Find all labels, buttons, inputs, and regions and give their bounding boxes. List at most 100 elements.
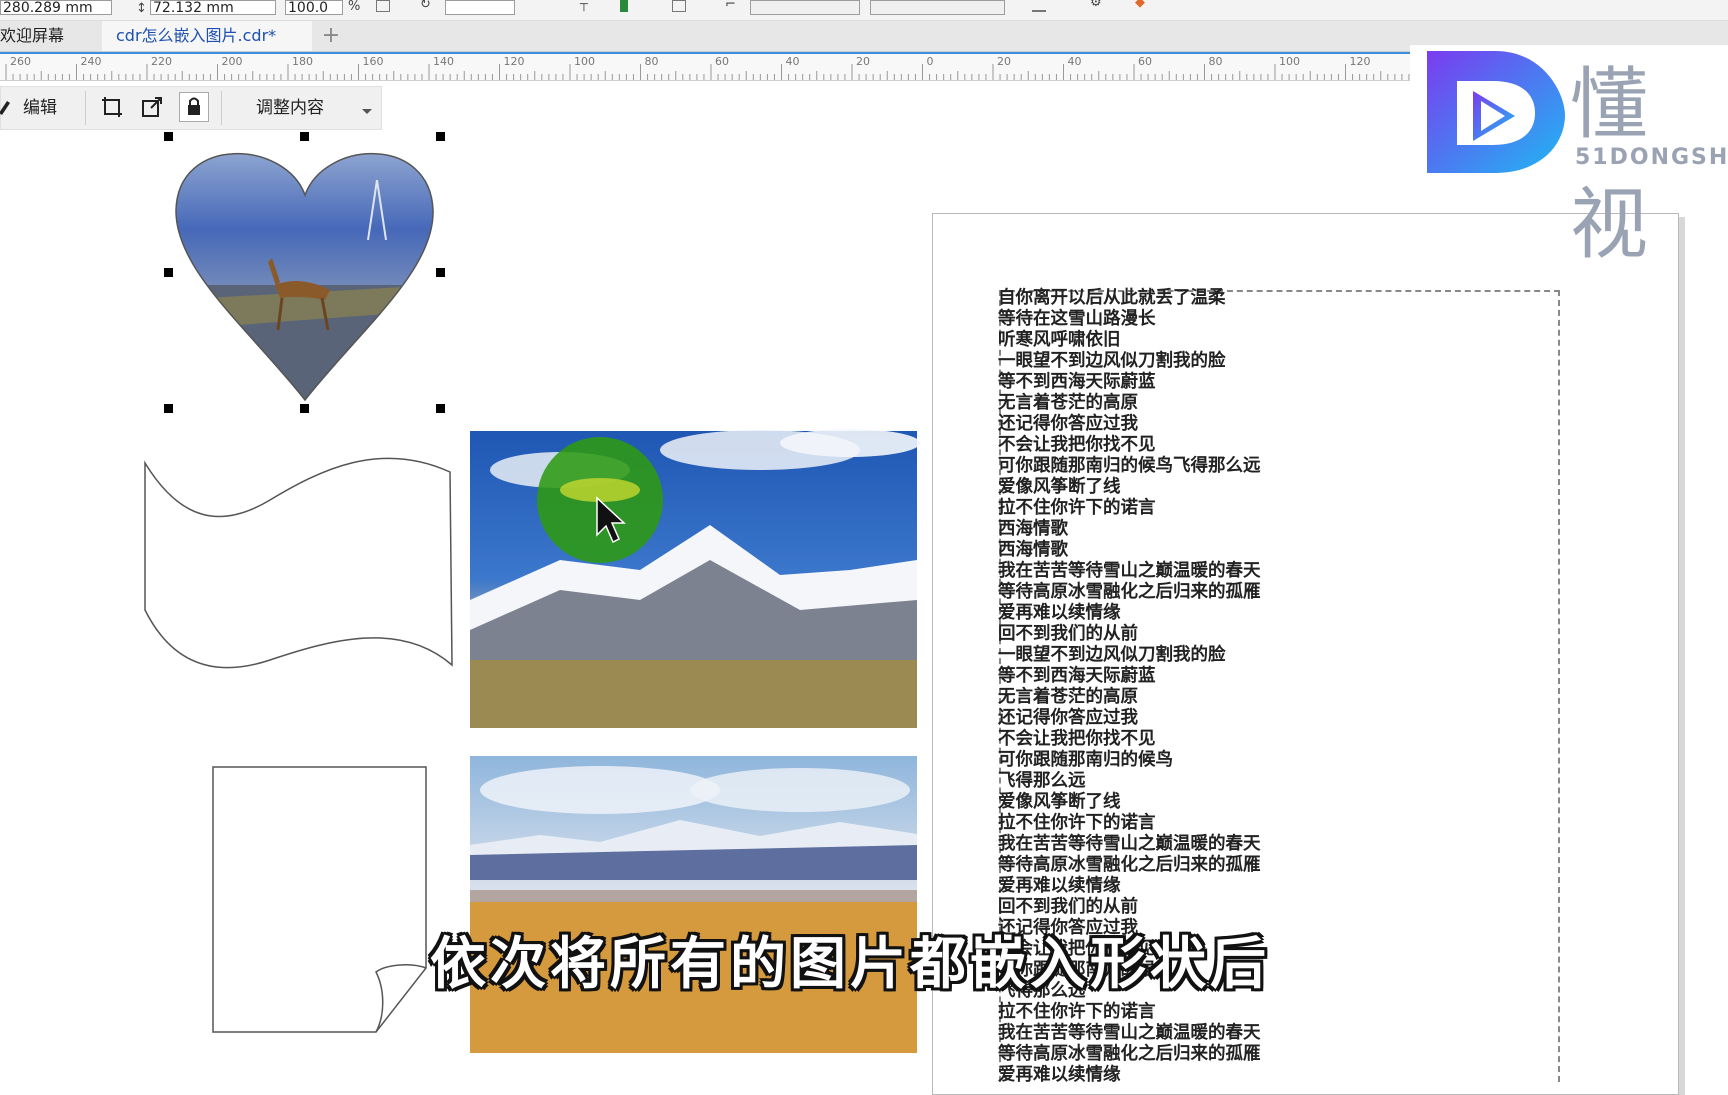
y-position-field[interactable]: 72.132 mm [150,0,276,15]
powerclip-toolbar: 编辑 调整内容 [0,86,382,130]
ruler-ticks: 260 240 220 200 180 160 140 120 100 80 60 40 20 0 20 40… [5,55,1410,80]
settings-icon[interactable]: ⚙ [1090,0,1102,10]
ruler-label: 80 [645,55,659,68]
lyric-line: 还记得你答应过我 [998,414,1138,434]
lyric-line: 拉不住你许下的诺言 [998,498,1156,518]
ruler-label: 20 [856,55,870,68]
lyric-line: 爱像风筝断了线 [998,792,1121,812]
logo-domain: 51DONGSHI.C [1575,145,1728,170]
tab-welcome[interactable]: 欢迎屏幕 [0,21,100,51]
ruler-label: 100 [1279,55,1300,68]
wrap-text-icon[interactable] [1032,0,1046,12]
selection-handle[interactable] [164,132,173,141]
lyric-line: 爱再难以续情缘 [998,876,1121,896]
lyric-line: 等不到西海天际蔚蓝 [998,372,1156,392]
ruler-label: 100 [574,55,595,68]
selection-handle[interactable] [436,404,445,413]
ruler-label: 0 [927,55,934,68]
lyric-line: 回不到我们的从前 [998,624,1138,644]
outline-icon[interactable]: ⌐ [725,0,736,12]
lyric-line: 西海情歌 [998,540,1068,560]
lyric-line: 自你离开以后从此就丢了温柔 [998,288,1226,308]
extract-icon[interactable] [141,96,163,118]
ruler-label: 120 [504,55,525,68]
lyric-line: 爱像风筝断了线 [998,477,1121,497]
property-bar: 280.289 mm ↕ 72.132 mm 100.0 % ↻ ┬ ⌐ ⚙ ◆ [0,0,1728,21]
lyric-line: 等待高原冰雪融化之后归来的孤雁 [998,855,1261,875]
selection-handle[interactable] [436,268,445,277]
fill-icon[interactable] [620,0,628,12]
mountain-image-1 [470,429,920,728]
scale-unit: % [348,0,361,14]
ruler-label: 160 [363,55,384,68]
chevron-down-icon[interactable] [361,101,383,123]
lyric-line: 听寒风呼啸依旧 [998,330,1121,350]
ruler-label: 60 [715,55,729,68]
lyric-line: 等待高原冰雪融化之后归来的孤雁 [998,582,1261,602]
rotation-field[interactable] [445,0,515,15]
lyric-line: 等待在这雪山路漫长 [998,309,1156,329]
tab-document[interactable]: cdr怎么嵌入图片.cdr* [102,21,312,51]
edit-button[interactable]: 编辑 [23,93,57,123]
wave-shape [144,457,453,669]
crop-icon[interactable] [101,96,123,118]
lock-icon[interactable] [179,92,209,122]
selection-handle[interactable] [300,404,309,413]
selection-handle[interactable] [436,132,445,141]
ruler-label: 120 [1350,55,1371,68]
ruler-label: 260 [10,55,31,68]
page-curl-shape [212,766,427,1033]
lyric-line: 无言着苍茫的高原 [998,687,1138,707]
brand-logo: 懂 视 51DONGSHI.C [1410,45,1728,270]
lyric-line: 可你跟随那南归的候鸟飞得那么远 [998,456,1261,476]
ruler-label: 240 [81,55,102,68]
pencil-icon [0,97,19,119]
mountain-image-2 [470,756,917,1053]
x-position-field[interactable]: 280.289 mm [0,0,112,15]
new-tab-button[interactable]: + [316,21,346,51]
ruler-label: 80 [1209,55,1223,68]
outline-width-field[interactable] [750,0,860,15]
lyric-line: 我在苦苦等待雪山之巅温暖的春天 [998,1023,1261,1043]
heart-powerclip-image [175,153,434,400]
lock-ratio-icon[interactable] [376,0,390,12]
toolbar-divider [85,91,86,125]
lyric-line: 爱再难以续情缘 [998,1065,1121,1085]
lyric-line: 爱再难以续情缘 [998,603,1121,623]
lyric-line: 无言着苍茫的高原 [998,393,1138,413]
paint-icon[interactable]: ◆ [1135,0,1145,10]
ruler-label: 60 [1138,55,1152,68]
lyric-line: 飞得那么远 [998,771,1086,791]
adjust-content-dropdown[interactable]: 调整内容 [256,93,324,123]
ruler-label: 40 [1068,55,1082,68]
align-icon[interactable] [672,0,686,12]
ruler-label: 140 [433,55,454,68]
selection-handle[interactable] [300,132,309,141]
lyric-line: 西海情歌 [998,519,1068,539]
lyric-line: 一眼望不到边风似刀割我的脸 [998,645,1226,665]
ruler-label: 180 [292,55,313,68]
lyric-line: 等不到西海天际蔚蓝 [998,666,1156,686]
selection-handle[interactable] [164,268,173,277]
lyric-line: 不会让我把你找不见 [998,729,1156,749]
lyric-line: 不会让我把你找不见 [998,435,1156,455]
height-icon: ↕ [136,1,147,16]
lyric-line: 回不到我们的从前 [998,897,1138,917]
outline-style-field[interactable] [870,0,1005,15]
video-subtitle: 依次将所有的图片都嵌入形状后 [430,932,1270,997]
lyric-line: 我在苦苦等待雪山之巅温暖的春天 [998,834,1261,854]
lyric-line: 拉不住你许下的诺言 [998,813,1156,833]
scale-field[interactable]: 100.0 [285,0,343,15]
ruler-label: 40 [786,55,800,68]
selection-handle[interactable] [164,404,173,413]
ruler-label: 220 [151,55,172,68]
play-logo-icon [1427,51,1565,173]
rotate-icon[interactable]: ↻ [420,0,431,12]
mirror-icon[interactable]: ┬ [580,0,588,12]
cursor-highlight [537,437,663,563]
horizontal-ruler[interactable]: 260 240 220 200 180 160 140 120 100 80 60 40 20 0 20 40… [0,52,1415,81]
lyric-line: 我在苦苦等待雪山之巅温暖的春天 [998,561,1261,581]
lyric-line: 一眼望不到边风似刀割我的脸 [998,351,1226,371]
lyric-line: 等待高原冰雪融化之后归来的孤雁 [998,1044,1261,1064]
mouse-pointer-icon [596,496,626,544]
